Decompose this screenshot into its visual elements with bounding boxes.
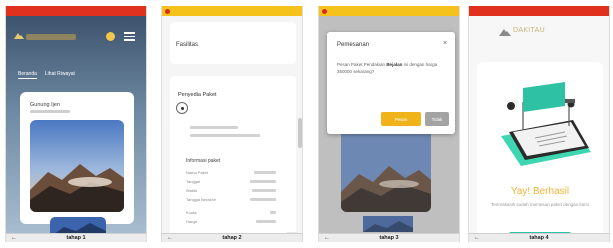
phone-screen-3: Pemesanan × Pesan Paket Pendakian Bejala… <box>318 6 460 242</box>
success-message: Terimakasih sudah memesan paket dengan k… <box>491 202 589 207</box>
step-label: tahap 3 <box>379 235 399 241</box>
step-caption: ← tahap 2 <box>162 233 302 242</box>
info-row-label: Waktu <box>186 188 198 193</box>
app-icon <box>165 8 170 14</box>
window-titlebar <box>162 6 302 16</box>
step-caption: ← tahap 3 <box>319 233 459 242</box>
back-arrow-icon[interactable]: ← <box>474 235 480 241</box>
info-row-label: Tanggal Berakhir <box>186 197 217 202</box>
dialog-text-part: Pesan Paket Pendakian <box>337 62 386 67</box>
window-titlebar <box>469 6 609 16</box>
dialog-text-bold: Bejalan <box>386 62 403 67</box>
facility-label: Fasilitas <box>176 42 199 48</box>
info-row-label: Nama Paket <box>186 170 209 175</box>
back-arrow-icon[interactable]: ← <box>324 235 330 241</box>
info-row-value <box>256 220 276 223</box>
tab-history[interactable]: Lihat Riwayat <box>45 71 75 79</box>
window-titlebar <box>319 6 459 16</box>
info-row-value <box>250 198 276 201</box>
window-titlebar <box>6 6 146 16</box>
info-row-label: Kuota <box>186 210 197 215</box>
info-row-value <box>252 189 276 192</box>
card-subtitle <box>30 110 70 113</box>
info-row-value <box>250 180 276 183</box>
phone-screen-2: Fasilitas Penyedia Paket Informasi paket… <box>161 6 303 242</box>
step-label: tahap 4 <box>529 235 549 241</box>
info-row: Waktu <box>186 188 276 193</box>
phone-screen-1: Beranda Lihat Riwayat Gunung Ijen ← taha <box>5 6 147 242</box>
app-icon <box>322 8 327 14</box>
radio-button[interactable] <box>176 102 188 114</box>
provider-name <box>190 126 238 129</box>
dialog-title: Pemesanan <box>337 42 370 48</box>
mountain-photo[interactable] <box>30 120 124 212</box>
info-header: Informasi paket <box>186 158 221 164</box>
hamburger-menu-icon[interactable] <box>124 32 135 41</box>
dialog-message: Pesan Paket Pendakian Bejalan ini dengan… <box>337 62 445 75</box>
mountain-logo-icon <box>14 33 24 39</box>
app-header <box>14 30 138 48</box>
app-logo-text <box>26 34 76 40</box>
step-label: tahap 2 <box>222 235 242 241</box>
info-row-label: Harga <box>186 219 197 224</box>
confirm-button[interactable]: Pesan <box>381 112 421 126</box>
phone-screen-4: DAKITAU Yay! Berhasil Terimakasih sudah … <box>468 6 610 242</box>
step-caption: ← tahap 1 <box>6 233 146 242</box>
mountain-photo <box>341 126 431 212</box>
scrollbar[interactable] <box>298 118 302 148</box>
tab-home[interactable]: Beranda <box>18 71 37 79</box>
section-header: Penyedia Paket <box>178 92 217 98</box>
mountain-photo-secondary <box>363 216 413 232</box>
info-row: Nama Paket <box>186 170 276 175</box>
nav-tabs: Beranda Lihat Riwayat <box>18 71 75 79</box>
mountain-card[interactable]: Gunung Ijen <box>20 92 134 237</box>
provider-detail <box>190 134 260 137</box>
back-arrow-icon[interactable]: ← <box>11 235 17 241</box>
cancel-button[interactable]: Tidak <box>425 112 449 126</box>
info-row: Tanggal Berakhir <box>186 197 276 202</box>
info-row: Kuota <box>186 210 276 215</box>
step-label: tahap 1 <box>66 235 86 241</box>
back-arrow-icon[interactable]: ← <box>167 235 173 241</box>
info-row: Tanggal <box>186 179 276 184</box>
step-caption: ← tahap 4 <box>469 233 609 242</box>
info-row-value <box>270 211 276 214</box>
mountain-logo-icon <box>499 29 511 36</box>
success-illustration <box>501 82 591 166</box>
avatar[interactable] <box>106 32 115 41</box>
info-row-value <box>254 171 276 174</box>
confirm-dialog: Pemesanan × Pesan Paket Pendakian Bejala… <box>327 32 455 134</box>
close-icon[interactable]: × <box>443 40 447 47</box>
info-row: Harga <box>186 219 276 224</box>
success-title: Yay! Berhasil <box>510 186 570 197</box>
app-logo-text: DAKITAU <box>513 27 545 34</box>
card-title: Gunung Ijen <box>30 102 60 108</box>
info-row-label: Tanggal <box>186 179 201 184</box>
